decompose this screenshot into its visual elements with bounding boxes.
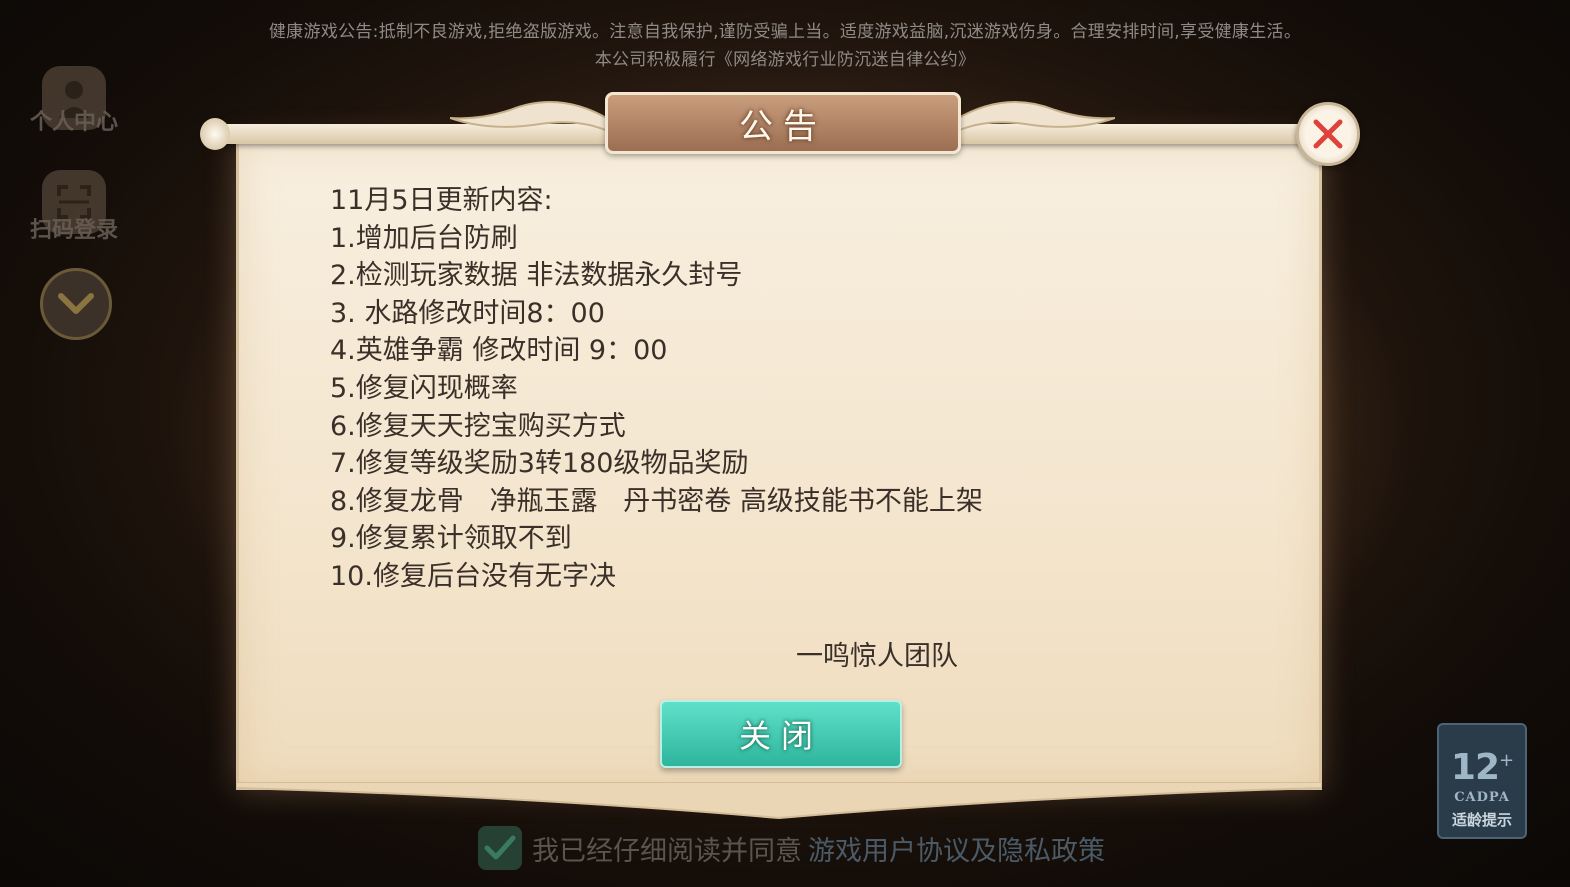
- signature: 一鸣惊人团队: [796, 641, 958, 672]
- announcement-line: 2.检测玩家数据 非法数据永久封号: [330, 260, 743, 292]
- announcement-line: 9.修复累计领取不到: [330, 523, 572, 555]
- health-notice: 健康游戏公告:抵制不良游戏,拒绝盗版游戏。注意自我保护,谨防受骗上当。适度游戏益…: [0, 18, 1570, 74]
- health-notice-line1: 健康游戏公告:抵制不良游戏,拒绝盗版游戏。注意自我保护,谨防受骗上当。适度游戏益…: [268, 22, 1302, 42]
- announcement-line: 11月5日更新内容:: [330, 185, 553, 216]
- announcement-line: 6.修复天天挖宝购买方式: [330, 410, 626, 442]
- title-ornament-left: [450, 101, 610, 134]
- close-x-button[interactable]: [1296, 102, 1360, 166]
- health-notice-line2: 本公司积极履行《网络游戏行业防沉迷自律公约》: [594, 50, 976, 70]
- close-button[interactable]: 关闭: [660, 700, 902, 768]
- announcement-line: 4.英雄争霸 修改时间 9：00: [330, 335, 668, 367]
- age-rating-org: CADPA: [1454, 790, 1510, 805]
- age-rating-tip: 适龄提示: [1451, 811, 1512, 829]
- agreement-link[interactable]: 游戏用户协议及隐私政策: [808, 829, 1105, 868]
- scan-login-label: 扫码登录: [29, 218, 118, 243]
- age-rating-number: 12+: [1450, 747, 1514, 788]
- agreement-row: 我已经仔细阅读并同意 游戏用户协议及隐私政策: [478, 826, 1105, 870]
- dialog-title: 公告: [739, 106, 827, 147]
- personal-center-button[interactable]: 个人中心: [24, 66, 124, 135]
- title-ornament-right: [955, 101, 1115, 134]
- checkmark-icon: [484, 835, 516, 860]
- dialog-title-plate: 公告: [605, 92, 961, 154]
- announcement-content: 11月5日更新内容: 1.增加后台防刷 2.检测玩家数据 非法数据永久封号 3.…: [330, 182, 1230, 596]
- scroll-rod-end: [200, 118, 230, 150]
- personal-center-label: 个人中心: [29, 110, 118, 135]
- announcement-line: 7.修复等级奖励3转180级物品奖励: [330, 448, 749, 480]
- announcement-line: 8.修复龙骨 净瓶玉露 丹书密卷 高级技能书不能上架: [330, 485, 983, 517]
- close-icon: [1313, 119, 1343, 149]
- scroll-bottom-edge: [236, 782, 1322, 820]
- age-rating-badge[interactable]: 12+ CADPA 适龄提示: [1437, 723, 1527, 839]
- announcement-line: 5.修复闪现概率: [330, 372, 518, 404]
- agreement-text: 我已经仔细阅读并同意: [532, 835, 802, 867]
- announcement-line: 3. 水路修改时间8：00: [330, 297, 605, 329]
- agreement-checkbox[interactable]: [478, 826, 522, 870]
- announcement-line: 1.增加后台防刷: [330, 222, 518, 254]
- chevron-down-icon: [58, 293, 94, 314]
- announcement-line: 10.修复后台没有无字决: [330, 560, 616, 592]
- expand-menu-button[interactable]: [40, 268, 112, 340]
- scan-login-button[interactable]: 扫码登录: [24, 170, 124, 243]
